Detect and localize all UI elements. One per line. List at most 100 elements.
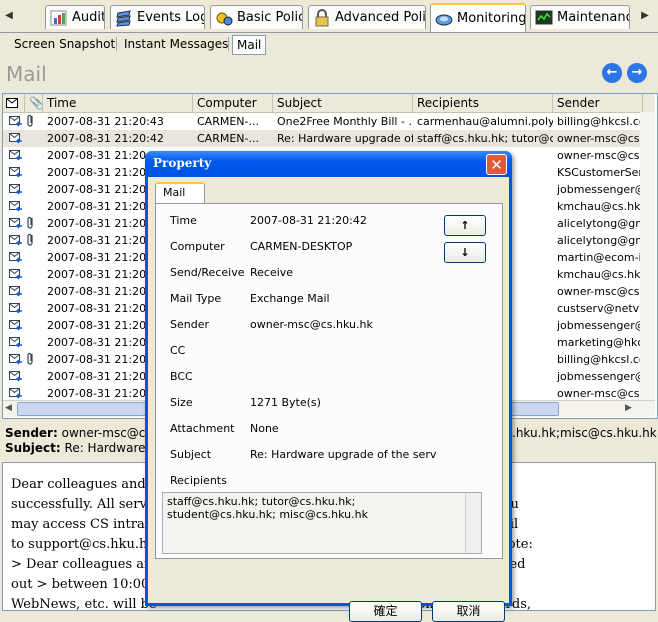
dialog-tab-mail[interactable]: Mail <box>155 182 205 204</box>
received-mail-icon <box>9 116 22 127</box>
table-row[interactable]: 2007-08-31 21:20:42 CARMEN-... Re: Hardwar… <box>3 130 655 147</box>
tab-scroll-right-icon[interactable]: ▶ <box>638 8 652 24</box>
tab-monitoring[interactable]: Monitoring <box>430 3 526 32</box>
field-value-subject: Re: Hardware upgrade of the server for <box>250 448 436 461</box>
subtab-screen-snapshot[interactable]: Screen Snapshot <box>10 35 119 53</box>
column-header-time[interactable]: Time <box>43 94 193 112</box>
subtab-divider <box>116 37 117 51</box>
cell-computer: CARMEN-... <box>197 115 259 128</box>
mail-type-column-icon[interactable] <box>3 94 25 112</box>
subtab-mail[interactable]: Mail <box>232 35 267 55</box>
cell-sender: alicelytong@gm <box>557 217 640 230</box>
tab-label: Advanced Policy <box>335 10 426 25</box>
back-arrow-icon[interactable]: ← <box>602 63 622 83</box>
next-record-button[interactable]: ↓ <box>444 242 486 263</box>
field-label-computer: Computer <box>170 240 225 253</box>
tab-label: Audit <box>72 10 105 25</box>
previous-record-button[interactable]: ↑ <box>444 215 486 236</box>
vertical-scrollbar[interactable] <box>640 112 655 400</box>
tab-label: Events Log <box>137 10 205 25</box>
ok-button[interactable]: 確定 <box>349 601 422 622</box>
field-value-send-receive: Receive <box>250 266 294 279</box>
cell-time: 2007-08-31 21:20:42 <box>47 132 164 145</box>
tab-label: Monitoring <box>457 11 526 26</box>
tab-label: Basic Policy <box>237 10 302 25</box>
sender-label: Sender: <box>5 426 58 440</box>
received-mail-icon <box>9 252 22 263</box>
tab-audit[interactable]: Audit <box>45 5 105 29</box>
audit-chart-icon <box>50 9 68 27</box>
cell-time: 2007-08-31 21:20:43 <box>47 115 164 128</box>
recipients-scrollbar[interactable] <box>465 493 481 553</box>
attachment-clip-icon <box>27 233 35 247</box>
field-value-attachment: None <box>250 422 279 435</box>
attachment-column-icon[interactable]: 📎 <box>25 94 43 112</box>
subject-label: Subject: <box>5 441 61 455</box>
attachment-clip-icon <box>27 216 35 230</box>
column-header-computer[interactable]: Computer <box>193 94 273 112</box>
field-value-computer: CARMEN-DESKTOP <box>250 240 353 253</box>
advanced-policy-lock-icon <box>313 8 331 27</box>
cell-recipients: staff@cs.hku.hk; tutor@c... <box>417 132 553 145</box>
cell-sender: owner-msc@cs.hku <box>557 285 640 298</box>
dialog-titlebar[interactable]: Property ✕ <box>145 151 512 177</box>
cell-sender: owner-msc@cs.hku <box>557 149 640 162</box>
cell-computer: CARMEN-... <box>197 132 259 145</box>
received-mail-icon <box>9 286 22 297</box>
cell-sender: jobmessenger@... <box>557 370 640 383</box>
received-mail-icon <box>9 337 22 348</box>
tab-scroll-left-icon[interactable]: ◀ <box>2 8 16 24</box>
tab-maintenance[interactable]: Maintenance <box>530 5 630 29</box>
field-label-size: Size <box>170 396 193 409</box>
sender-recipients-tail: .hku.hk;misc@cs.hku.hk <box>512 426 657 440</box>
events-log-icon <box>115 9 133 27</box>
field-value-mail-type: Exchange Mail <box>250 292 330 305</box>
attachment-clip-icon <box>27 114 35 128</box>
scroll-left-icon[interactable]: ◀ <box>5 403 12 413</box>
cancel-button[interactable]: 取消 <box>432 601 505 622</box>
recipients-value: staff@cs.hku.hk; tutor@cs.hku.hk; studen… <box>167 495 368 521</box>
received-mail-icon <box>9 371 22 382</box>
field-value-sender: owner-msc@cs.hku.hk <box>250 318 373 331</box>
monitoring-subtabs: Screen Snapshot Instant Messages Mail <box>0 33 658 55</box>
down-arrow-icon: ↓ <box>460 246 470 259</box>
maintenance-monitor-icon <box>535 9 553 27</box>
close-icon[interactable]: ✕ <box>486 154 507 175</box>
recipients-textarea[interactable]: staff@cs.hku.hk; tutor@cs.hku.hk; studen… <box>162 492 482 554</box>
attachment-clip-icon <box>27 352 35 366</box>
cell-sender: jobmessenger@... <box>557 183 640 196</box>
table-row[interactable]: 2007-08-31 21:20:43 CARMEN-... One2Free Mo… <box>3 113 655 130</box>
field-label-attachment: Attachment <box>170 422 235 435</box>
subtab-instant-messages[interactable]: Instant Messages <box>120 35 232 53</box>
column-header-subject[interactable]: Subject <box>273 94 413 112</box>
received-mail-icon <box>9 133 22 144</box>
received-mail-icon <box>9 269 22 280</box>
main-tab-bar: ◀ Audit Events Log Basic Policy Advanced… <box>0 0 658 33</box>
tab-events-log[interactable]: Events Log <box>110 5 205 29</box>
received-mail-icon <box>9 218 22 229</box>
field-label-sender: Sender <box>170 318 209 331</box>
column-header-recipients[interactable]: Recipients <box>413 94 553 112</box>
up-arrow-icon: ↑ <box>460 219 470 232</box>
column-header-sender[interactable]: Sender <box>553 94 643 112</box>
dialog-client: Mail Time 2007-08-31 21:20:42 Computer C… <box>148 177 509 622</box>
cell-sender: kmchau@cs.hku. <box>557 268 640 281</box>
subtab-divider <box>228 37 229 51</box>
cell-sender: owner-msc@cs.hku <box>557 132 640 145</box>
page-title: Mail <box>6 62 47 86</box>
cell-subject: One2Free Monthly Bill - ... <box>277 115 413 128</box>
tab-basic-policy[interactable]: Basic Policy <box>210 5 303 29</box>
tab-advanced-policy[interactable]: Advanced Policy <box>308 5 426 29</box>
received-mail-icon <box>9 201 22 212</box>
cell-sender: martin@ecom-ic. <box>557 251 640 264</box>
basic-policy-gear-icon <box>215 9 233 27</box>
cell-sender: marketing@hkcs <box>557 336 640 349</box>
tab-label: Maintenance <box>557 10 629 25</box>
table-header: 📎 Time Computer Subject Recipients Sende… <box>3 94 655 113</box>
scroll-right-icon[interactable]: ▶ <box>625 403 632 413</box>
forward-arrow-icon[interactable]: → <box>627 63 647 83</box>
received-mail-icon <box>9 320 22 331</box>
field-value-time: 2007-08-31 21:20:42 <box>250 214 367 227</box>
cell-sender: billing@hkcsl.com <box>557 115 640 128</box>
field-label-time: Time <box>170 214 197 227</box>
